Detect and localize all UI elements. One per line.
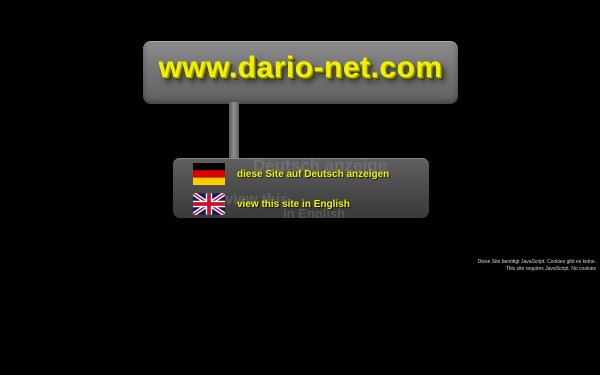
note-english: This site requires JavaScript. No cookie… [505, 265, 596, 272]
german-link-label[interactable]: diese Site auf Deutsch anzeigen [237, 169, 389, 180]
english-link-label[interactable]: view this site in English [237, 199, 350, 210]
note-german: Diese Site benötigt JavaScript. Cookies … [477, 259, 596, 265]
germany-flag-icon[interactable] [193, 163, 225, 185]
javascript-cookie-note: Diese Site benötigt JavaScript. Cookies … [478, 259, 596, 272]
page-stage: www.dario-net.com Deutsch anzeige view t… [0, 0, 600, 375]
site-banner: www.dario-net.com [143, 41, 458, 104]
language-selector-panel: Deutsch anzeige view this in English die… [173, 158, 429, 218]
english-language-link[interactable]: view this site in English [193, 192, 350, 216]
banner-connector [229, 102, 239, 160]
german-language-link[interactable]: diese Site auf Deutsch anzeigen [193, 162, 389, 186]
uk-flag-icon[interactable] [193, 193, 225, 215]
site-logo: www.dario-net.com [158, 51, 443, 84]
